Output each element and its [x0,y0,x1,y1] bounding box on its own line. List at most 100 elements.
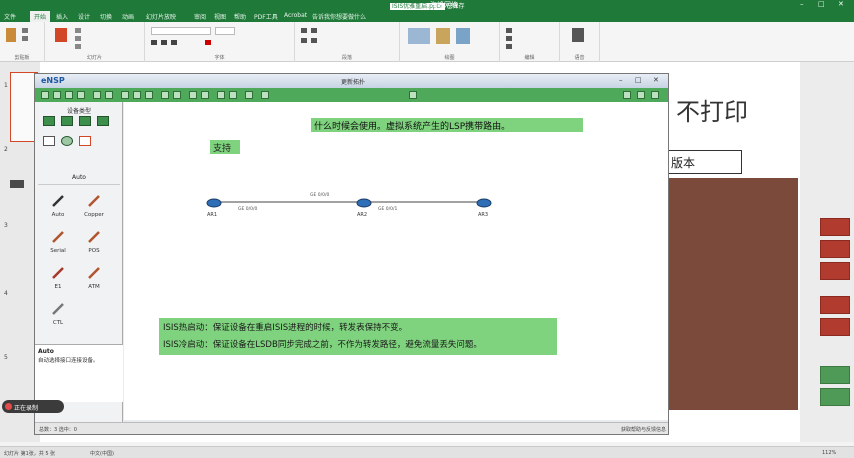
replace-icon[interactable] [506,36,512,41]
router-ar2-icon[interactable] [356,198,372,208]
tell-me-search[interactable]: 告诉我你想要做什么 [312,12,366,21]
zoom-in-icon[interactable] [189,91,197,99]
bullets-icon[interactable] [301,28,307,33]
tab-design[interactable]: 设计 [78,12,90,21]
wlan-category-icon[interactable] [79,116,91,126]
undo-icon[interactable] [93,91,101,99]
bold-icon[interactable] [151,40,157,45]
help-icon[interactable] [651,91,659,99]
help-feedback-link[interactable]: 获取帮助与反馈信息 [621,426,666,433]
layout-icon[interactable] [75,28,81,33]
close-icon[interactable]: ✕ [653,76,659,84]
stop-device-icon[interactable] [229,91,237,99]
right-pane-item[interactable] [820,218,850,236]
cable-item-ctl[interactable]: CTL [43,302,73,326]
new-slide-icon[interactable] [55,28,67,42]
rectangle-icon[interactable] [173,91,181,99]
cable-item-serial[interactable]: Serial [43,230,73,254]
cable-item-e1[interactable]: E1 [43,266,73,290]
tab-insert[interactable]: 插入 [56,12,68,21]
firewall-category-icon[interactable] [97,116,109,126]
pc-category-icon[interactable] [43,136,55,146]
tab-acrobat[interactable]: Acrobat [284,12,307,19]
paste-icon[interactable] [6,28,16,42]
print-icon[interactable] [77,91,85,99]
font-size-select[interactable] [215,27,235,35]
cable-item-atm[interactable]: ATM [79,266,109,290]
cable-item-pos[interactable]: POS [79,230,109,254]
ribbon-group-voice: 语音 [560,22,600,62]
shapes-icon[interactable] [408,28,430,44]
cli-icon[interactable] [261,91,269,99]
switch-category-icon[interactable] [61,116,73,126]
cable-item-copper[interactable]: Copper [79,194,109,218]
underline-icon[interactable] [171,40,177,45]
align-center-icon[interactable] [311,38,317,43]
redo-icon[interactable] [105,91,113,99]
select-icon[interactable] [121,91,129,99]
minimize-icon[interactable]: – [619,76,623,84]
start-device-icon[interactable] [217,91,225,99]
cable-item-auto[interactable]: Auto [43,194,73,218]
numbering-icon[interactable] [311,28,317,33]
cable-label: Serial [50,248,66,254]
copy-icon[interactable] [22,36,28,41]
ppt-account[interactable]: 海峰网络 [430,0,458,10]
tab-view[interactable]: 视图 [214,12,226,21]
zoom-out-icon[interactable] [201,91,209,99]
thumb-number: 3 [4,222,8,229]
tab-help[interactable]: 帮助 [234,12,246,21]
section-icon[interactable] [75,44,81,49]
right-pane-item[interactable] [820,318,850,336]
tab-slideshow[interactable]: 幻灯片放映 [146,12,176,21]
open-icon[interactable] [53,91,61,99]
topology-icon[interactable] [409,91,417,99]
slide-thumbnail[interactable] [10,180,24,188]
language-status[interactable]: 中文(中国) [90,450,114,457]
ribbon-group-drawing: 绘图 [400,22,500,62]
right-pane-item[interactable] [820,388,850,406]
tab-animations[interactable]: 动画 [122,12,134,21]
minimize-icon[interactable]: – [800,0,804,8]
tab-home[interactable]: 开始 [30,11,51,22]
align-left-icon[interactable] [301,38,307,43]
right-pane-item[interactable] [820,366,850,384]
delete-icon[interactable] [145,91,153,99]
maximize-icon[interactable]: □ [635,76,642,84]
font-color-icon[interactable] [205,40,211,45]
dictate-icon[interactable] [572,28,584,42]
router-ar1-icon[interactable] [206,198,222,208]
cloud-category-icon[interactable] [61,136,73,146]
recording-indicator[interactable]: 正在录制 [2,400,64,413]
router-ar3-icon[interactable] [476,198,492,208]
right-pane-item[interactable] [820,262,850,280]
tab-file[interactable]: 文件 [4,12,16,21]
close-icon[interactable]: ✕ [838,0,844,8]
font-family-select[interactable] [151,27,211,35]
tab-transitions[interactable]: 切换 [100,12,112,21]
right-pane-item[interactable] [820,240,850,258]
cable-category-icon[interactable] [79,136,91,146]
quick-styles-icon[interactable] [456,28,470,44]
tab-pdf[interactable]: PDF工具 [254,12,278,21]
home-icon[interactable] [623,91,631,99]
capture-icon[interactable] [245,91,253,99]
zoom-level[interactable]: 112% [822,450,836,456]
settings-icon[interactable] [637,91,645,99]
arrange-icon[interactable] [436,28,450,44]
router-category-icon[interactable] [43,116,55,126]
italic-icon[interactable] [161,40,167,45]
new-topology-icon[interactable] [41,91,49,99]
select-icon[interactable] [506,44,512,49]
cut-icon[interactable] [22,28,28,33]
annotation-note-isis: ISIS热启动：保证设备在重启ISIS进程的时候，转发表保持不变。 ISIS冷启… [159,318,557,355]
reset-icon[interactable] [75,36,81,41]
topology-canvas[interactable]: AR1 AR2 AR3 GE 0/0/0 GE 0/0/0 GE 0/0/1 [124,102,668,420]
text-icon[interactable] [161,91,169,99]
move-icon[interactable] [133,91,141,99]
tab-review[interactable]: 审阅 [194,12,206,21]
find-icon[interactable] [506,28,512,33]
save-icon[interactable] [65,91,73,99]
right-pane-item[interactable] [820,296,850,314]
maximize-icon[interactable]: □ [818,0,825,8]
